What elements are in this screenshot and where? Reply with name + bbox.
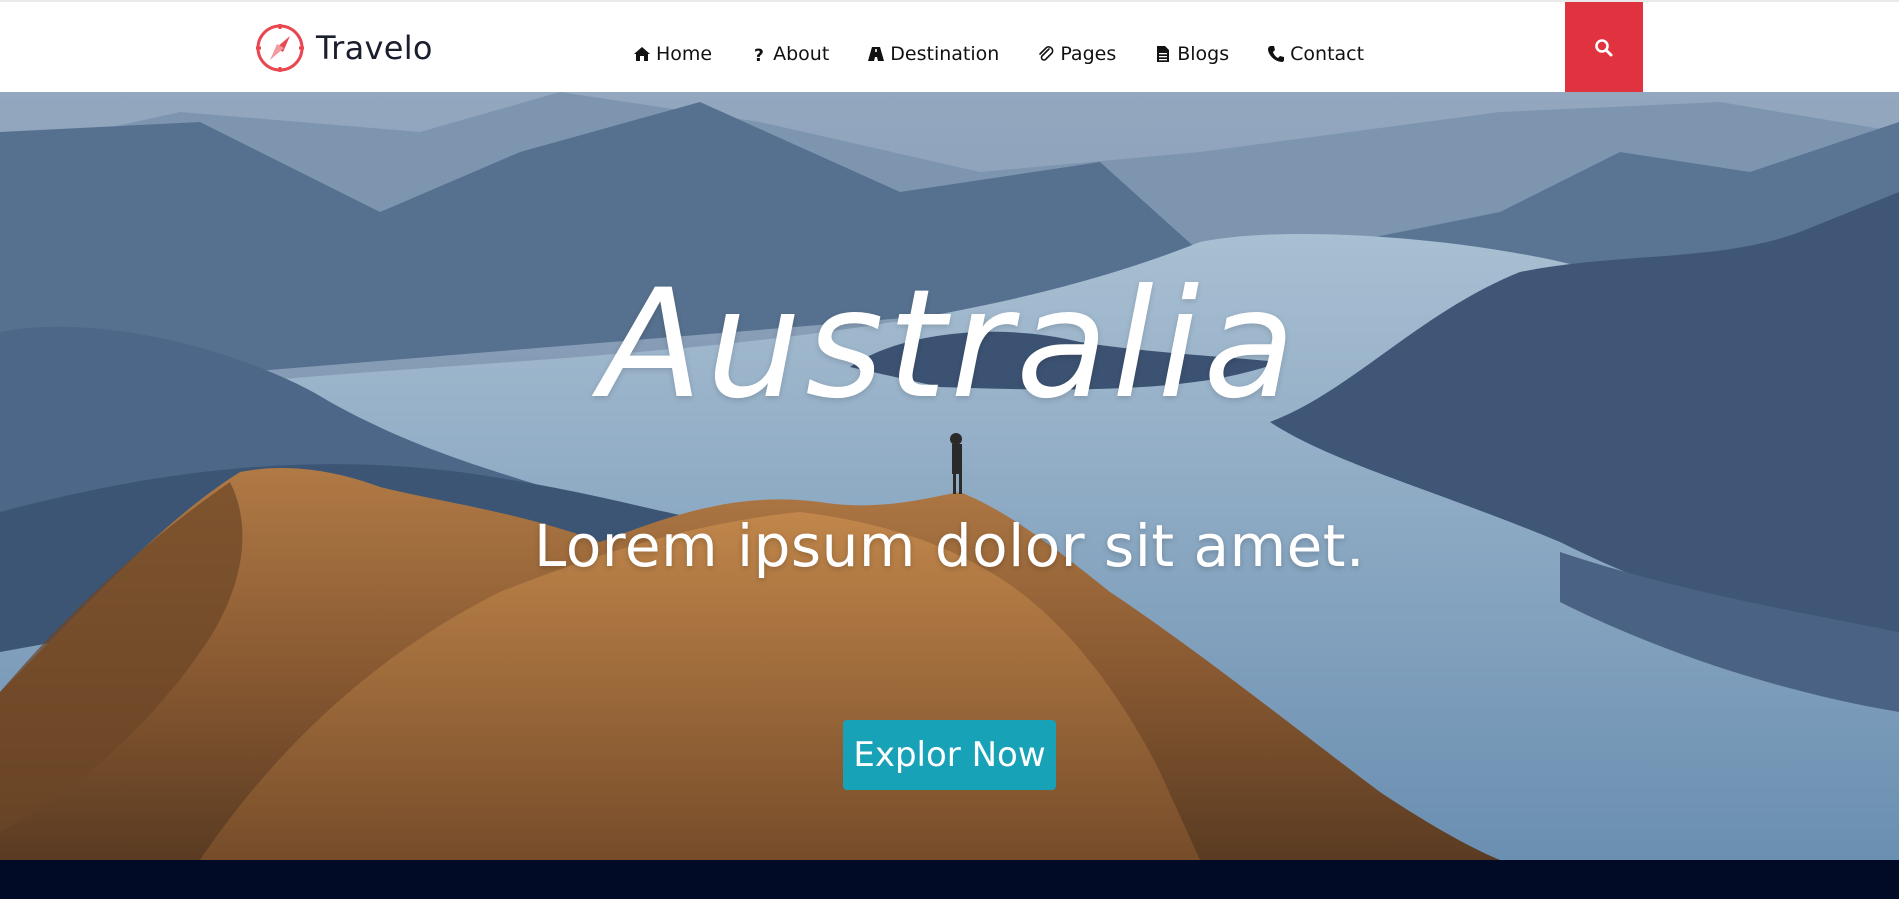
home-icon [634, 47, 650, 61]
hero-subtitle: Lorem ipsum dolor sit amet. [534, 512, 1365, 580]
main-nav: Home ? About Destination Pages Blogs Con… [633, 34, 1364, 74]
compass-icon [256, 24, 304, 72]
nav-pages[interactable]: Pages [1037, 43, 1116, 65]
hero-section: Australia Lorem ipsum dolor sit amet. Ex… [0, 92, 1899, 860]
site-header: Travelo Home ? About Destination Pages B… [0, 0, 1899, 94]
brand-name: Travelo [316, 29, 433, 67]
nav-pages-label: Pages [1060, 43, 1117, 65]
nav-destination[interactable]: Destination [867, 43, 999, 65]
nav-home-label: Home [656, 43, 713, 65]
footer-bar [0, 860, 1899, 899]
search-button[interactable] [1565, 2, 1643, 94]
question-icon: ? [754, 46, 764, 63]
hero-title: Australia [599, 258, 1300, 432]
nav-destination-label: Destination [890, 43, 1000, 65]
phone-icon [1268, 46, 1285, 62]
search-icon [1595, 39, 1613, 57]
brand-logo[interactable]: Travelo [254, 20, 433, 76]
nav-about[interactable]: ? About [750, 43, 829, 65]
nav-blogs-label: Blogs [1177, 43, 1230, 65]
nav-blogs[interactable]: Blogs [1154, 43, 1229, 65]
road-icon [868, 47, 885, 61]
document-icon [1157, 46, 1170, 62]
nav-contact[interactable]: Contact [1267, 43, 1364, 65]
nav-home[interactable]: Home [633, 43, 712, 65]
nav-about-label: About [773, 43, 830, 65]
svg-text:?: ? [754, 46, 764, 63]
explore-now-button[interactable]: Explor Now [843, 720, 1056, 790]
nav-contact-label: Contact [1290, 43, 1365, 65]
paperclip-icon [1039, 46, 1054, 61]
